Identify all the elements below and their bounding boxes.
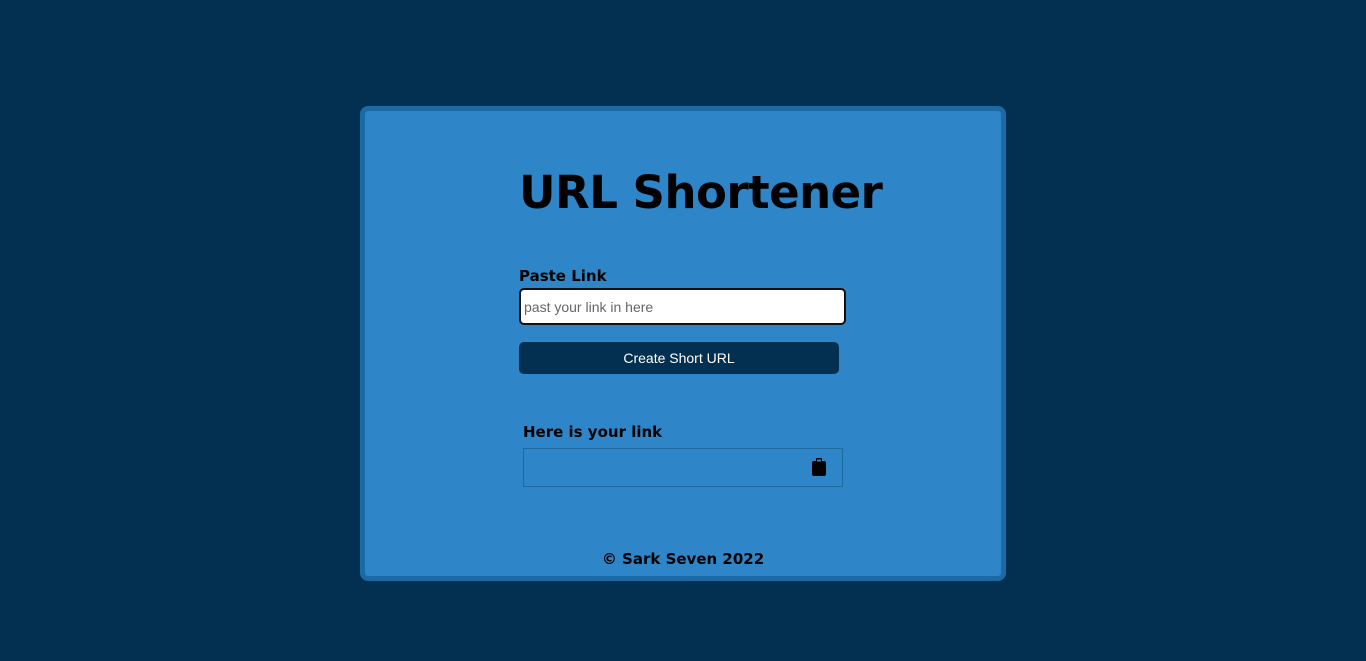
footer-copyright: © Sark Seven 2022: [601, 550, 765, 568]
paste-link-label: Paste Link: [519, 267, 607, 285]
result-label: Here is your link: [523, 423, 663, 441]
create-short-url-button[interactable]: Create Short URL: [519, 342, 839, 374]
page-title: URL Shortener: [519, 166, 883, 219]
shortener-card: URL Shortener Paste Link Create Short UR…: [360, 106, 1006, 581]
short-url-output: [523, 448, 843, 487]
clipboard-icon[interactable]: [812, 458, 826, 476]
link-input[interactable]: [519, 288, 846, 325]
